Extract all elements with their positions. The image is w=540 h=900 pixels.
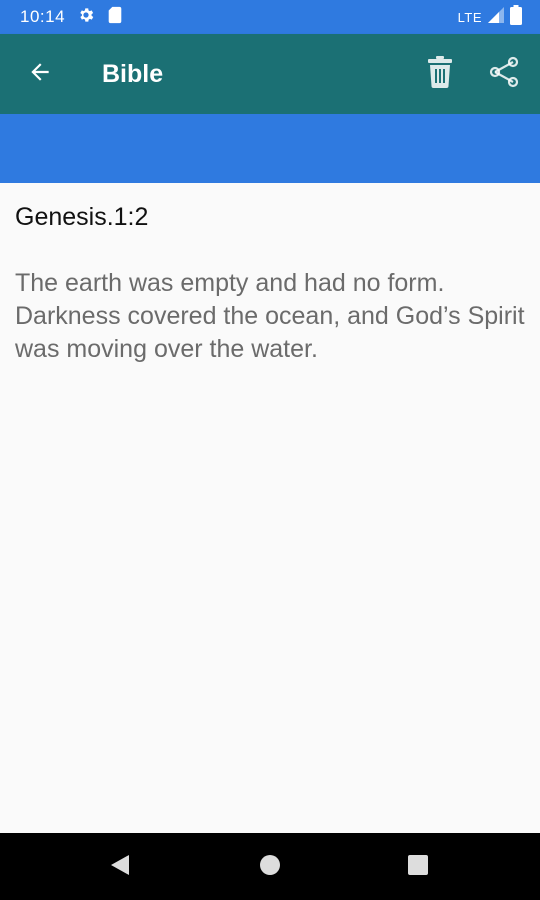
nav-recents-button[interactable] (394, 843, 442, 891)
navigation-bar (0, 833, 540, 900)
sim-card-icon (107, 6, 123, 29)
back-triangle-icon (109, 853, 131, 882)
signal-icon (488, 6, 504, 28)
home-circle-icon (259, 854, 281, 881)
header-band (0, 114, 540, 183)
status-left: 10:14 (20, 0, 123, 34)
delete-button[interactable] (414, 48, 466, 100)
gear-icon (77, 6, 95, 29)
share-button[interactable] (478, 48, 530, 100)
arrow-back-icon (27, 59, 53, 90)
share-icon (488, 56, 520, 93)
back-button[interactable] (14, 48, 66, 100)
recents-square-icon (407, 854, 429, 881)
app-toolbar: Bible (0, 34, 540, 114)
status-bar: 10:14 LTE (0, 0, 540, 34)
screen: 10:14 LTE Bible Genesis.1:2 The earth wa… (0, 0, 540, 900)
verse-reference: Genesis.1:2 (15, 203, 149, 231)
battery-icon (510, 4, 522, 30)
nav-back-button[interactable] (96, 843, 144, 891)
nav-home-button[interactable] (246, 843, 294, 891)
page-title: Bible (102, 60, 164, 88)
status-time: 10:14 (20, 7, 66, 26)
verse-content: Genesis.1:2 The earth was empty and had … (0, 183, 540, 833)
status-right: LTE (458, 0, 522, 34)
network-type: LTE (457, 9, 482, 25)
trash-icon (427, 55, 453, 93)
verse-text: The earth was empty and had no form. Dar… (15, 269, 525, 363)
